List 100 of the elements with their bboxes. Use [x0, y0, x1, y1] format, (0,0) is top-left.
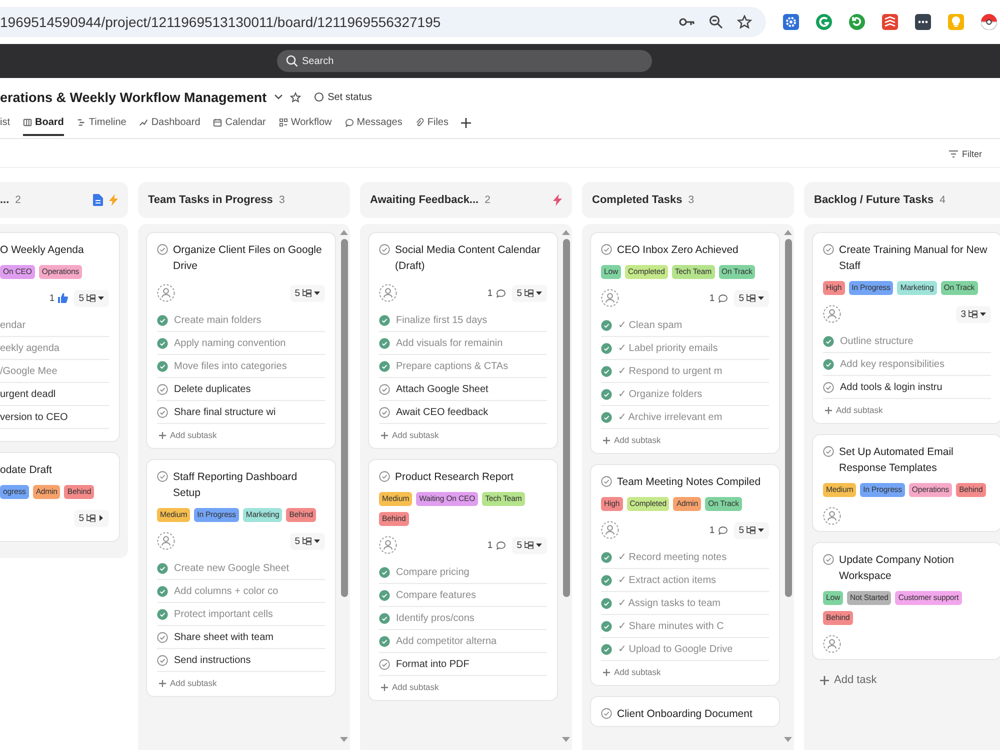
check-circle-icon[interactable]	[379, 471, 390, 482]
subtask-label[interactable]: Format into PDF	[396, 658, 470, 670]
arc-icon[interactable]	[816, 14, 832, 30]
check-circle-icon[interactable]	[157, 562, 168, 574]
check-circle-icon[interactable]	[157, 471, 168, 482]
avatar-placeholder-icon[interactable]	[379, 284, 397, 302]
caret-icon[interactable]	[274, 94, 283, 100]
check-circle-icon[interactable]	[823, 446, 834, 457]
check-circle-icon[interactable]	[601, 342, 612, 354]
subtask-toggle[interactable]: 5	[74, 510, 109, 526]
tab[interactable]: ist	[0, 110, 10, 136]
check-circle-icon[interactable]	[157, 586, 168, 596]
check-circle-icon[interactable]	[379, 636, 390, 646]
chat-bubble-icon[interactable]	[496, 540, 506, 550]
check-circle-icon[interactable]	[157, 654, 168, 666]
add-subtask-button[interactable]: Add subtask	[157, 672, 219, 692]
check-circle-icon[interactable]	[823, 554, 834, 565]
check-circle-icon[interactable]	[379, 658, 390, 670]
subtask-toggle[interactable]: 5	[512, 284, 547, 302]
check-circle-icon[interactable]	[379, 590, 390, 600]
subtask-label[interactable]: Delete duplicates	[174, 384, 251, 394]
add-task-button[interactable]: Add task	[812, 670, 885, 690]
ball-icon[interactable]	[981, 14, 997, 30]
thumbs-up-icon[interactable]	[58, 293, 68, 303]
scrollbar[interactable]	[340, 230, 348, 742]
search-field[interactable]: Search	[277, 50, 652, 72]
tab[interactable]: Calendar	[213, 110, 266, 136]
lightning-icon[interactable]	[109, 194, 118, 206]
task-card[interactable]: Client Onboarding Document	[590, 696, 780, 727]
subtask-label[interactable]: Share final structure wi	[174, 406, 276, 418]
avatar-placeholder-icon[interactable]	[157, 284, 175, 302]
check-circle-icon[interactable]	[157, 244, 168, 255]
check-circle-icon[interactable]	[823, 336, 834, 346]
check-circle-icon[interactable]	[601, 244, 612, 255]
tab[interactable]: Files	[415, 110, 448, 136]
check-circle-icon[interactable]	[379, 566, 390, 578]
subtask-label[interactable]: ✓ Archive irrelevant em	[618, 411, 722, 423]
check-circle-icon[interactable]	[157, 338, 168, 348]
avatar-placeholder-icon[interactable]	[823, 305, 841, 323]
check-circle-icon[interactable]	[601, 320, 612, 330]
add-subtask-button[interactable]: Add subtask	[601, 429, 663, 449]
bulb-icon[interactable]	[948, 14, 964, 30]
tab[interactable]: Workflow	[278, 110, 332, 136]
tab[interactable]: Board	[23, 110, 64, 136]
add-subtask-button[interactable]: Add subtask	[157, 424, 219, 444]
add-subtask-button[interactable]: Add subtask	[379, 424, 441, 444]
subtask-toggle[interactable]: 5	[734, 522, 769, 538]
subtask-label[interactable]: Await CEO feedback	[396, 406, 488, 418]
subtask-label[interactable]: Prepare captions & CTAs	[396, 360, 508, 372]
subtask-label[interactable]: Attach Google Sheet	[396, 384, 488, 394]
filter-button[interactable]: Filter	[949, 149, 982, 159]
subtask-label[interactable]: Add tools & login instru	[840, 382, 942, 392]
tab[interactable]: Messages	[344, 110, 402, 136]
check-circle-icon[interactable]	[157, 360, 168, 372]
address-bar[interactable]: 1969514590944/project/1211969513130011/board/1211969556327195	[0, 7, 766, 37]
add-subtask-button[interactable]: Add subtask	[823, 399, 885, 419]
dots-icon[interactable]	[915, 14, 931, 30]
subtask-label[interactable]: urgent deadl	[0, 388, 56, 400]
check-circle-icon[interactable]	[601, 388, 612, 400]
subtask-toggle[interactable]: 5	[74, 290, 109, 306]
check-circle-icon[interactable]	[601, 476, 612, 487]
check-circle-icon[interactable]	[157, 608, 168, 620]
chat-bubble-icon[interactable]	[496, 288, 506, 298]
check-circle-icon[interactable]	[823, 382, 834, 392]
check-circle-icon[interactable]	[601, 552, 612, 562]
tab[interactable]: Timeline	[76, 110, 126, 136]
subtask-toggle[interactable]: 5	[290, 284, 325, 302]
check-circle-icon[interactable]	[157, 314, 168, 326]
set-status-button[interactable]: Set status	[308, 92, 372, 102]
star-icon[interactable]	[290, 92, 301, 102]
avatar-placeholder-icon[interactable]	[823, 507, 841, 525]
subtask-label[interactable]: version to CEO	[0, 412, 68, 422]
subtask-toggle[interactable]: 5	[734, 290, 769, 306]
check-circle-icon[interactable]	[601, 598, 612, 608]
key-icon[interactable]	[679, 17, 695, 27]
subtask-toggle[interactable]: 5	[512, 536, 547, 554]
check-circle-icon[interactable]	[379, 338, 390, 348]
check-circle-icon[interactable]	[823, 358, 834, 370]
stack-icon[interactable]	[882, 14, 898, 30]
check-circle-icon[interactable]	[823, 244, 834, 255]
check-circle-icon[interactable]	[601, 620, 612, 632]
scrollbar[interactable]	[562, 230, 570, 742]
check-circle-icon[interactable]	[379, 314, 390, 326]
check-circle-icon[interactable]	[379, 406, 390, 418]
scrollbar[interactable]	[784, 230, 792, 742]
add-subtask-button[interactable]: Add subtask	[601, 661, 663, 681]
zoom-icon[interactable]	[709, 15, 723, 29]
check-circle-icon[interactable]	[601, 366, 612, 376]
check-circle-icon[interactable]	[157, 384, 168, 394]
subtask-label[interactable]: Send instructions	[174, 654, 251, 666]
check-circle-icon[interactable]	[601, 708, 612, 719]
star-icon[interactable]	[737, 15, 752, 29]
check-circle-icon[interactable]	[157, 632, 168, 642]
check-circle-icon[interactable]	[601, 644, 612, 654]
gear-icon[interactable]	[783, 14, 799, 30]
check-circle-icon[interactable]	[379, 384, 390, 394]
tab[interactable]: Dashboard	[139, 110, 200, 136]
document-icon[interactable]	[93, 194, 103, 206]
check-circle-icon[interactable]	[379, 612, 390, 624]
check-circle-icon[interactable]	[601, 574, 612, 586]
